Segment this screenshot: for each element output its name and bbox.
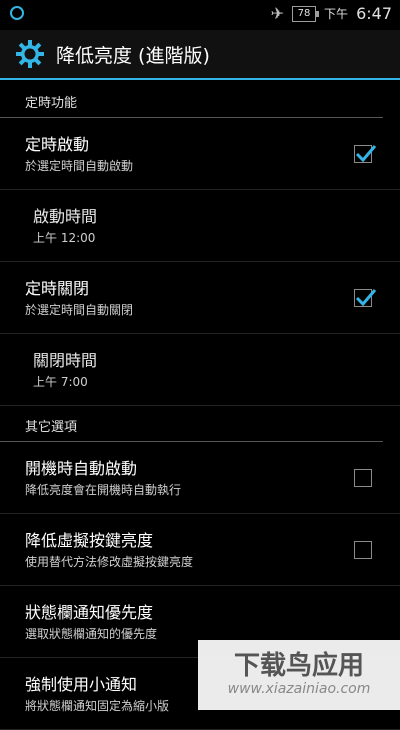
- action-bar: 降低亮度 (進階版): [0, 30, 400, 80]
- pref-start-on-boot[interactable]: 開機時自動啟動 降低亮度會在開機時自動執行: [0, 442, 400, 514]
- pref-title: 定時關閉: [25, 278, 90, 298]
- check-icon: [355, 288, 377, 306]
- status-right-group: ✈ 78 下午 6:47: [271, 4, 392, 23]
- pref-summary: 於選定時間自動關閉: [25, 302, 134, 317]
- status-bar: ✈ 78 下午 6:47: [0, 0, 400, 30]
- pref-title: 關閉時間: [33, 350, 98, 370]
- pref-summary: 上午 12:00: [33, 230, 96, 245]
- watermark-main-text: 下载鸟应用: [233, 651, 364, 681]
- timed-start-checkbox[interactable]: [354, 144, 377, 163]
- page-title: 降低亮度 (進階版): [56, 44, 210, 67]
- airplane-icon: ✈: [270, 3, 285, 23]
- circle-status-icon: [10, 6, 24, 20]
- status-ampm: 下午: [324, 7, 349, 21]
- pref-title: 狀態欄通知優先度: [25, 602, 154, 622]
- pref-summary: 上午 7:00: [33, 374, 88, 389]
- pref-timed-start[interactable]: 定時啟動 於選定時間自動啟動: [0, 118, 400, 190]
- pref-summary: 降低亮度會在開機時自動執行: [25, 482, 182, 497]
- start-on-boot-checkbox[interactable]: [354, 468, 372, 487]
- check-icon: [355, 144, 377, 162]
- pref-title: 降低虛擬按鍵亮度: [25, 530, 154, 550]
- pref-stop-time[interactable]: 關閉時間 上午 7:00: [0, 334, 400, 406]
- pref-start-time[interactable]: 啟動時間 上午 12:00: [0, 190, 400, 262]
- watermark-logo: 下载鸟应用 www.xiazainiao.com: [198, 640, 400, 710]
- section-header-other: 其它選項: [0, 406, 383, 442]
- section-header-timer: 定時功能: [0, 82, 383, 118]
- watermark-url: www.xiazainiao.com: [227, 681, 371, 697]
- pref-timed-stop[interactable]: 定時關閉 於選定時間自動關閉: [0, 262, 400, 334]
- pref-title: 定時啟動: [25, 134, 90, 154]
- pref-title: 啟動時間: [33, 206, 98, 226]
- battery-level: 78: [297, 7, 311, 19]
- dim-virtual-keys-checkbox[interactable]: [354, 540, 372, 559]
- pref-summary: 使用替代方法修改虛擬按鍵亮度: [25, 554, 194, 569]
- gear-icon[interactable]: [14, 38, 46, 70]
- status-time: 6:47: [356, 4, 392, 23]
- battery-icon: 78: [292, 5, 320, 22]
- pref-dim-virtual-keys[interactable]: 降低虛擬按鍵亮度 使用替代方法修改虛擬按鍵亮度: [0, 514, 400, 586]
- pref-title: 開機時自動啟動: [25, 458, 138, 478]
- preference-list: 定時功能 定時啟動 於選定時間自動啟動 啟動時間 上午 12:00 定時關閉 於…: [0, 82, 400, 730]
- timed-stop-checkbox[interactable]: [354, 288, 377, 307]
- pref-summary: 於選定時間自動啟動: [25, 158, 134, 173]
